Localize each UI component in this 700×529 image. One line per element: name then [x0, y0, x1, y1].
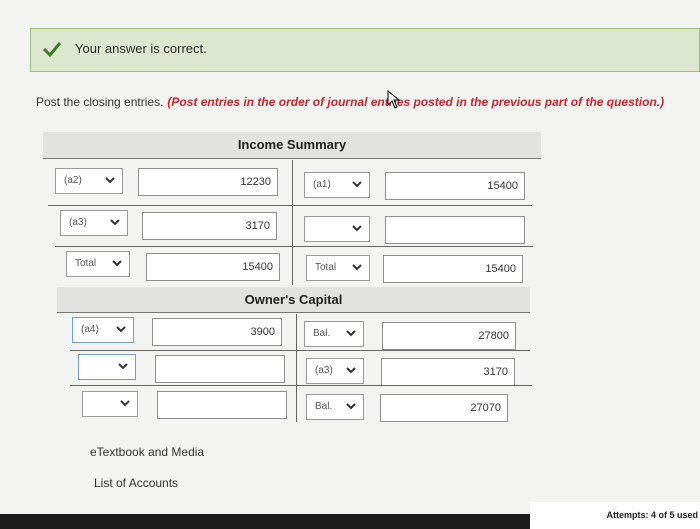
income-summary-debit-account-select-2[interactable]: (a3) — [60, 210, 128, 236]
instructions: Post the closing entries. (Post entries i… — [36, 95, 664, 109]
instructions-text: Post the closing entries. — [36, 95, 164, 109]
field-value: 15400 — [485, 263, 516, 275]
income-summary-row-divider — [48, 205, 532, 206]
chevron-down-icon — [352, 181, 362, 188]
chevron-down-icon — [110, 219, 120, 226]
attempts-counter: Attempts: 4 of 5 used — [530, 502, 700, 529]
field-value: 3170 — [483, 366, 508, 378]
income-summary-title: Income Summary — [237, 137, 347, 152]
chevron-down-icon — [105, 177, 115, 184]
field-value: 27800 — [478, 330, 509, 342]
owners-capital-debit-account-select-1[interactable]: (a4) — [72, 317, 134, 343]
income-summary-credit-total-select[interactable]: Total — [306, 255, 370, 281]
owners-capital-credit-amount-3[interactable]: 27070 — [380, 394, 508, 422]
owners-capital-divider — [296, 314, 297, 422]
owners-capital-debit-amount-1[interactable]: 3900 — [152, 318, 282, 346]
owners-capital-credit-amount-2[interactable]: 3170 — [381, 358, 515, 386]
owners-capital-debit-amount-2[interactable] — [155, 355, 285, 383]
income-summary-debit-amount-2[interactable]: 3170 — [142, 212, 277, 240]
field-value: 27070 — [470, 402, 501, 414]
owners-capital-credit-account-select-3[interactable]: Bal. — [306, 394, 364, 420]
chevron-down-icon — [112, 260, 122, 267]
list-of-accounts-link[interactable]: List of Accounts — [94, 476, 178, 490]
income-summary-header: Income Summary — [43, 132, 541, 159]
chevron-down-icon — [352, 225, 362, 232]
owners-capital-balance-line — [70, 385, 532, 386]
owners-capital-credit-account-select-2[interactable]: (a3) — [306, 358, 364, 384]
owners-capital-row-divider — [70, 350, 530, 351]
owners-capital-credit-amount-1[interactable]: 27800 — [382, 322, 516, 350]
income-summary-credit-amount-1[interactable]: 15400 — [385, 172, 525, 200]
success-banner: Your answer is correct. — [30, 28, 700, 72]
chevron-down-icon — [116, 326, 126, 333]
select-value: (a2) — [64, 175, 82, 186]
select-value: (a4) — [81, 324, 99, 335]
income-summary-debit-amount-1[interactable]: 12230 — [138, 168, 278, 196]
owners-capital-debit-account-select-2[interactable] — [78, 354, 136, 380]
select-value: (a3) — [315, 365, 333, 376]
chevron-down-icon — [352, 264, 362, 271]
mouse-cursor-icon — [387, 90, 401, 109]
owners-capital-credit-account-select-1[interactable]: Bal. — [304, 321, 364, 347]
income-summary-divider — [292, 160, 293, 285]
income-summary-debit-account-select-1[interactable]: (a2) — [55, 168, 123, 194]
select-value: Bal. — [315, 401, 333, 412]
select-value: Bal. — [313, 328, 331, 339]
select-value: Total — [75, 258, 97, 269]
chevron-down-icon — [346, 403, 356, 410]
select-value: (a3) — [69, 217, 87, 228]
income-summary-debit-total-select[interactable]: Total — [66, 251, 130, 277]
chevron-down-icon — [118, 363, 128, 370]
taskbar-strip — [0, 514, 530, 529]
field-value: 12230 — [240, 176, 271, 188]
field-value: 15400 — [242, 261, 273, 273]
field-value: 3900 — [250, 326, 275, 338]
select-value: (a1) — [313, 179, 331, 190]
etextbook-link[interactable]: eTextbook and Media — [90, 445, 204, 459]
income-summary-total-line — [55, 246, 533, 247]
chevron-down-icon — [346, 330, 356, 337]
owners-capital-debit-amount-3[interactable] — [157, 391, 287, 419]
income-summary-debit-total-amount[interactable]: 15400 — [146, 253, 280, 281]
income-summary-credit-total-amount[interactable]: 15400 — [383, 255, 523, 283]
owners-capital-title: Owner's Capital — [244, 292, 343, 307]
field-value: 3170 — [245, 220, 270, 232]
chevron-down-icon — [120, 400, 130, 407]
check-icon — [42, 42, 62, 58]
income-summary-credit-account-select-2[interactable] — [304, 216, 370, 242]
owners-capital-debit-account-select-3[interactable] — [82, 391, 138, 417]
field-value: 15400 — [487, 180, 518, 192]
income-summary-credit-amount-2[interactable] — [385, 216, 525, 244]
income-summary-credit-account-select-1[interactable]: (a1) — [304, 172, 370, 198]
select-value: Total — [315, 262, 337, 273]
owners-capital-header: Owner's Capital — [57, 287, 530, 313]
instructions-hint: (Post entries in the order of journal en… — [167, 95, 665, 109]
chevron-down-icon — [346, 367, 356, 374]
success-message: Your answer is correct. — [75, 41, 207, 56]
